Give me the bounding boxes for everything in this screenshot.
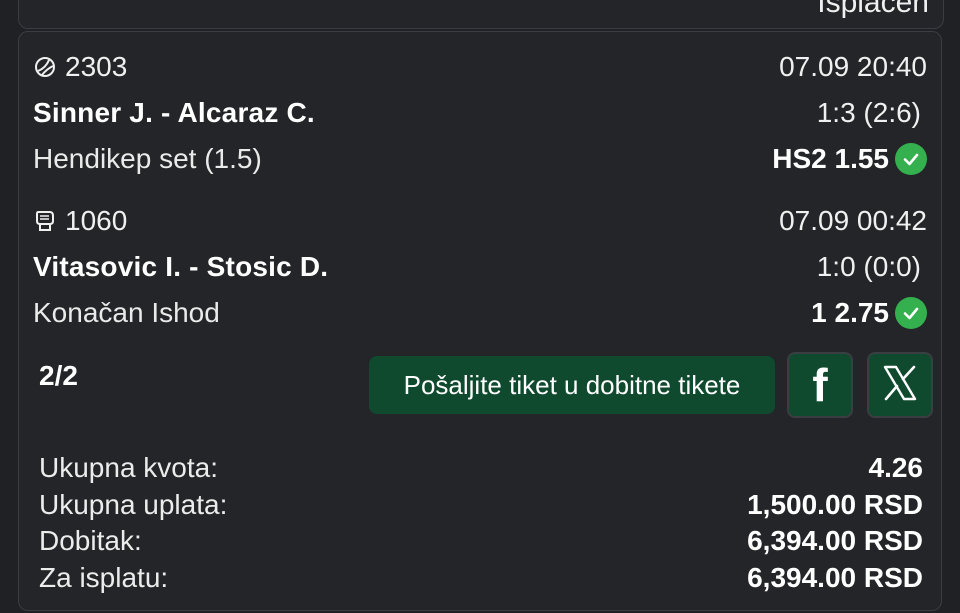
x-share-button[interactable] <box>867 352 933 418</box>
boxing-glove-icon <box>33 209 57 233</box>
event-header-row: 2303 07.09 20:40 <box>33 44 927 90</box>
summary-row-total-odds: Ukupna kvota: 4.26 <box>39 450 923 487</box>
event-item: 2303 07.09 20:40 Sinner J. - Alcaraz C. … <box>33 44 927 182</box>
event-code: 1060 <box>65 205 128 236</box>
match-score: 1:0 (0:0) <box>816 251 921 282</box>
ticket-count: 2/2 <box>39 360 78 391</box>
match-name: Vitasovic I. - Stosic D. <box>33 251 329 282</box>
pick: 1 2.75 <box>811 297 927 329</box>
summary-row-payout: Za isplatu: 6,394.00 RSD <box>39 560 923 597</box>
ticket-status: Isplaćen <box>817 0 929 19</box>
event-datetime: 07.09 20:40 <box>779 51 927 82</box>
summary-value: 6,394.00 RSD <box>747 561 923 593</box>
previous-ticket-strip: Isplaćen <box>18 0 944 29</box>
summary-row-winnings: Dobitak: 6,394.00 RSD <box>39 523 923 560</box>
summary-label: Ukupna uplata: <box>39 488 228 520</box>
summary-value: 1,500.00 RSD <box>747 488 923 520</box>
event-code: 2303 <box>65 51 128 82</box>
summary-value: 4.26 <box>868 452 924 484</box>
pick-odds: HS2 1.55 <box>772 143 889 174</box>
market-name: Konačan Ishod <box>33 297 220 328</box>
facebook-icon: f <box>812 359 828 411</box>
x-logo-icon <box>879 362 921 409</box>
pick: HS2 1.55 <box>772 143 927 175</box>
match-score: 1:3 (2:6) <box>816 97 921 128</box>
event-match-row: Vitasovic I. - Stosic D. 1:0 (0:0) <box>33 244 927 290</box>
summary-label: Dobitak: <box>39 525 142 557</box>
summary-row-total-stake: Ukupna uplata: 1,500.00 RSD <box>39 487 923 524</box>
event-item: 1060 07.09 00:42 Vitasovic I. - Stosic D… <box>33 198 927 336</box>
event-market-row: Hendikep set (1.5) HS2 1.55 <box>33 136 927 182</box>
check-icon <box>895 297 927 329</box>
send-to-winning-tickets-button[interactable]: Pošaljite tiket u dobitne tikete <box>369 356 775 414</box>
event-datetime: 07.09 00:42 <box>779 205 927 236</box>
tennis-ball-icon <box>33 55 57 79</box>
summary-value: 6,394.00 RSD <box>747 525 923 557</box>
event-market-row: Konačan Ishod 1 2.75 <box>33 290 927 336</box>
ticket-card: 2303 07.09 20:40 Sinner J. - Alcaraz C. … <box>18 31 942 611</box>
summary-label: Ukupna kvota: <box>39 452 218 484</box>
summary-label: Za isplatu: <box>39 561 169 593</box>
match-name: Sinner J. - Alcaraz C. <box>33 97 315 128</box>
check-icon <box>895 143 927 175</box>
event-match-row: Sinner J. - Alcaraz C. 1:3 (2:6) <box>33 90 927 136</box>
event-header-row: 1060 07.09 00:42 <box>33 198 927 244</box>
market-name: Hendikep set (1.5) <box>33 143 262 174</box>
ticket-summary: Ukupna kvota: 4.26 Ukupna uplata: 1,500.… <box>39 450 923 596</box>
pick-odds: 1 2.75 <box>811 297 889 328</box>
facebook-share-button[interactable]: f <box>787 352 853 418</box>
